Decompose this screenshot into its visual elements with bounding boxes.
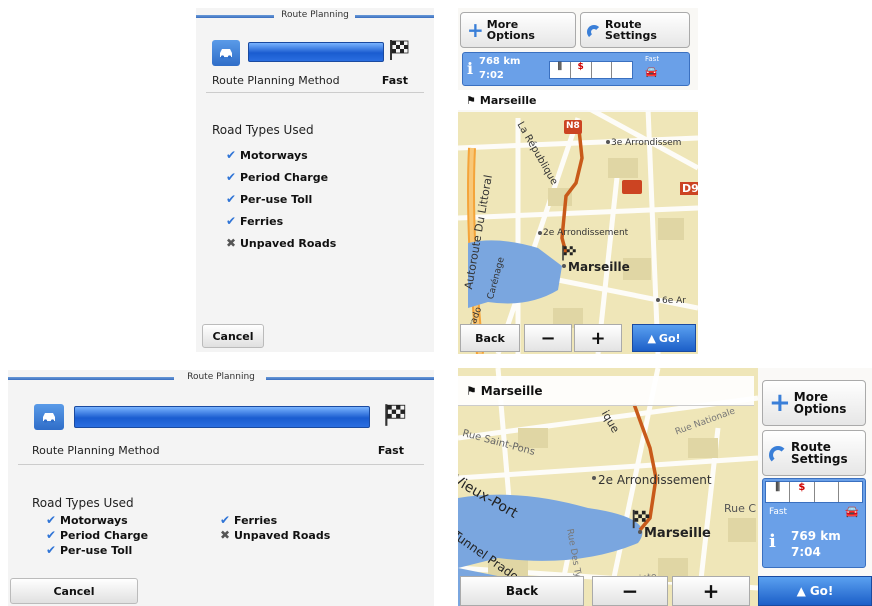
route-summary-panel[interactable]: i 768 km 7:02 ⫼ $ Fast 🚘 <box>462 52 690 86</box>
divider <box>18 464 424 465</box>
empty-slot <box>612 62 632 78</box>
destination-flag-icon: ⚑ <box>466 383 477 398</box>
cross-icon: ✖ <box>226 236 237 250</box>
road-type-icons: ⫼ $ <box>765 481 863 503</box>
distance-value: 768 km <box>479 56 521 67</box>
route-planning-slider[interactable] <box>248 42 384 62</box>
panel-title: Route Planning <box>8 370 434 388</box>
route-planning-method-label: Route Planning Method <box>212 74 340 87</box>
go-button[interactable]: ▲ Go! <box>758 576 872 606</box>
route-summary-panel[interactable]: ⫼ $ Fast 🚘 i 769 km 7:04 <box>762 478 866 568</box>
toll-icon: $ <box>571 62 592 78</box>
district-label-2e: 2e Arrondissement <box>598 473 712 487</box>
road-label-n8: N8 <box>566 121 580 131</box>
district-label-2e: 2e Arrondissement <box>543 228 629 238</box>
checkmark-icon: ✔ <box>46 528 57 542</box>
destination-flag-icon: ⚑ <box>466 93 476 107</box>
info-icon: i <box>769 531 776 552</box>
zoom-in-button[interactable]: + <box>672 576 750 606</box>
go-button[interactable]: ▲ Go! <box>632 324 696 352</box>
checkmark-icon: ✔ <box>226 170 237 184</box>
checkmark-icon: ✔ <box>226 192 237 206</box>
zoom-in-button[interactable]: + <box>574 324 622 352</box>
time-value: 7:02 <box>479 70 504 81</box>
route-planning-method-value[interactable]: Fast <box>378 444 404 457</box>
route-mode-label: Fast <box>769 507 788 517</box>
road-type-icons: ⫼ $ <box>549 61 633 79</box>
navigation-arrow-icon: ▲ <box>647 331 656 345</box>
checkmark-icon: ✔ <box>46 513 57 527</box>
plus-icon: + <box>467 17 484 42</box>
road-option-motorways[interactable]: ✔ Motorways <box>46 513 128 527</box>
cross-icon: ✖ <box>220 528 231 542</box>
divider <box>206 92 424 93</box>
empty-slot <box>815 482 839 502</box>
road-option-per-use-toll[interactable]: ✔ Per-use Toll <box>46 543 132 557</box>
more-options-button[interactable]: + More Options <box>460 12 576 48</box>
time-value: 7:04 <box>791 545 821 559</box>
route-planning-panel-bottom: Route Planning Route Planning Method Fas… <box>8 370 434 606</box>
street-label-rue-c: Rue C <box>724 502 757 515</box>
road-label-d90: D90 <box>680 182 698 195</box>
route-planning-method-value[interactable]: Fast <box>382 74 408 87</box>
checkered-flag-icon <box>385 404 406 426</box>
road-option-period-charge[interactable]: ✔ Period Charge <box>226 170 328 184</box>
zoom-out-button[interactable]: − <box>592 576 668 606</box>
city-label-marseille: Marseille <box>644 526 711 541</box>
city-label-marseille: Marseille <box>568 260 630 274</box>
toll-icon: $ <box>790 482 815 502</box>
zoom-out-button[interactable]: − <box>524 324 572 352</box>
route-settings-button[interactable]: Route Settings <box>762 430 866 476</box>
road-option-unpaved-roads[interactable]: ✖ Unpaved Roads <box>220 528 330 542</box>
checkered-flag-icon <box>390 40 409 60</box>
route-mode-label: Fast <box>645 55 660 63</box>
empty-slot <box>839 482 862 502</box>
destination-flag-icon <box>632 509 650 529</box>
map-view-top[interactable]: N8 D90 3e Arrondissem 2e Arrondissement … <box>458 8 698 354</box>
car-icon: 🚘 <box>645 67 658 78</box>
district-label-3e: 3e Arrondissem <box>611 138 682 148</box>
road-option-ferries[interactable]: ✔ Ferries <box>226 214 283 228</box>
checkmark-icon: ✔ <box>226 214 237 228</box>
motorway-icon: ⫼ <box>550 62 571 78</box>
road-option-unpaved-roads[interactable]: ✖ Unpaved Roads <box>226 236 336 250</box>
cancel-button[interactable]: Cancel <box>202 324 264 348</box>
road-option-ferries[interactable]: ✔ Ferries <box>220 513 277 527</box>
route-icon <box>769 446 787 464</box>
back-button[interactable]: Back <box>460 324 520 352</box>
road-option-period-charge[interactable]: ✔ Period Charge <box>46 528 148 542</box>
back-button[interactable]: Back <box>460 576 584 606</box>
map-view-bottom[interactable]: Rue Saint-Pons Vieux-Port 2e Arrondissem… <box>458 368 872 606</box>
plus-icon: + <box>769 388 791 418</box>
cancel-button[interactable]: Cancel <box>10 578 138 604</box>
car-icon: 🚘 <box>845 505 859 518</box>
more-options-button[interactable]: + More Options <box>762 380 866 426</box>
route-planning-slider[interactable] <box>74 406 370 428</box>
panel-title: Route Planning <box>196 8 434 26</box>
road-types-title: Road Types Used <box>32 496 134 510</box>
road-types-title: Road Types Used <box>212 123 314 137</box>
car-icon <box>212 40 240 66</box>
road-option-motorways[interactable]: ✔ Motorways <box>226 148 308 162</box>
checkmark-icon: ✔ <box>226 148 237 162</box>
route-planning-panel-top: Route Planning Route Planning Method Fas… <box>196 8 434 352</box>
distance-value: 769 km <box>791 529 841 543</box>
checkmark-icon: ✔ <box>46 543 57 557</box>
info-icon: i <box>467 59 474 78</box>
destination-bar[interactable]: ⚑ Marseille <box>458 90 698 110</box>
road-option-per-use-toll[interactable]: ✔ Per-use Toll <box>226 192 312 206</box>
destination-bar[interactable]: ⚑ Marseille <box>458 376 754 406</box>
car-icon <box>34 404 64 430</box>
route-icon <box>587 25 601 39</box>
motorway-icon: ⫼ <box>766 482 791 502</box>
route-settings-button[interactable]: Route Settings <box>580 12 690 48</box>
checkmark-icon: ✔ <box>220 513 231 527</box>
route-planning-method-label: Route Planning Method <box>32 444 160 457</box>
empty-slot <box>592 62 613 78</box>
district-label-6e: 6e Ar <box>662 296 686 306</box>
navigation-arrow-icon: ▲ <box>796 584 806 598</box>
